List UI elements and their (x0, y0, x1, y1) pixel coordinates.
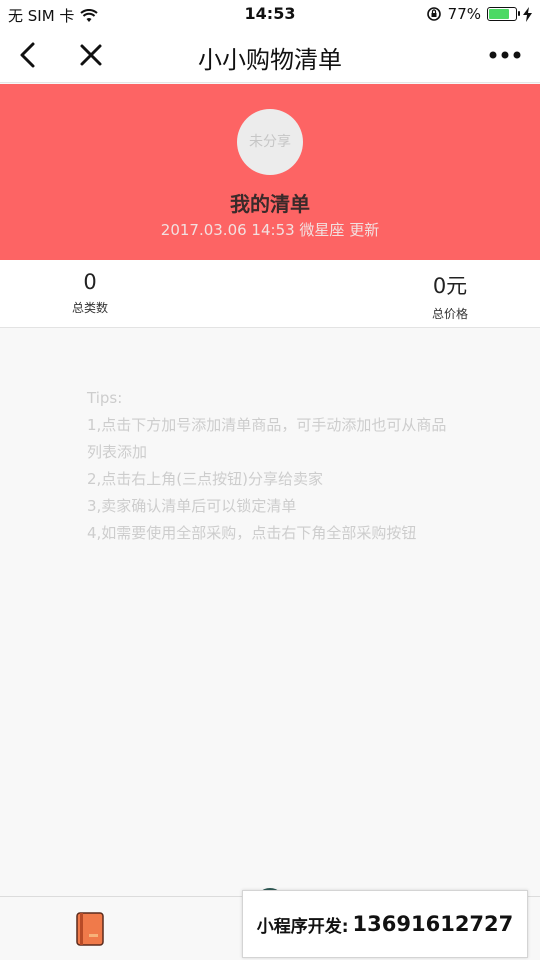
status-bar: 无 SIM 卡 14:53 77% (0, 0, 540, 28)
battery-percent: 77% (447, 5, 481, 23)
tip-item: 3,卖家确认清单后可以锁定清单 (87, 497, 297, 515)
tips-heading: Tips: (87, 389, 123, 407)
tip-item: 1,点击下方加号添加清单商品，可手动添加也可从商品列表添加 (87, 416, 447, 461)
battery-icon (487, 7, 520, 21)
total-price-value: 0元 (432, 274, 468, 298)
share-status-avatar[interactable]: 未分享 (237, 109, 303, 175)
stats-row: 0 总类数 0元 总价格 (0, 260, 540, 328)
developer-contact-banner: 小程序开发: 13691612727 (242, 890, 528, 958)
charging-bolt-icon (523, 6, 532, 22)
nav-bar: 小小购物清单 (0, 28, 540, 83)
total-categories: 0 总类数 (50, 270, 130, 316)
notebook-icon[interactable] (76, 912, 104, 946)
tip-item: 2,点击右上角(三点按钮)分享给卖家 (87, 470, 324, 488)
developer-phone: 13691612727 (352, 912, 514, 936)
total-price: 0元 总价格 (410, 270, 490, 322)
list-updated-info: 2017.03.06 14:53 微星座 更新 (160, 221, 380, 239)
total-price-label: 总价格 (431, 307, 468, 321)
total-categories-label: 总类数 (71, 301, 108, 315)
rotation-lock-icon (426, 7, 441, 21)
list-header: 未分享 我的清单 2017.03.06 14:53 微星座 更新 (0, 84, 540, 260)
tip-item: 4,如需要使用全部采购，点击右下角全部采购按钮 (87, 524, 417, 542)
status-right: 77% (426, 5, 532, 23)
tips-block: Tips: 1,点击下方加号添加清单商品，可手动添加也可从商品列表添加 2,点击… (87, 385, 457, 547)
battery-fill (489, 9, 510, 19)
total-categories-value: 0 (83, 270, 97, 294)
list-title: 我的清单 (230, 192, 310, 216)
more-menu-button[interactable] (488, 42, 522, 68)
developer-label: 小程序开发: (256, 916, 349, 937)
page-title: 小小购物清单 (198, 46, 342, 74)
